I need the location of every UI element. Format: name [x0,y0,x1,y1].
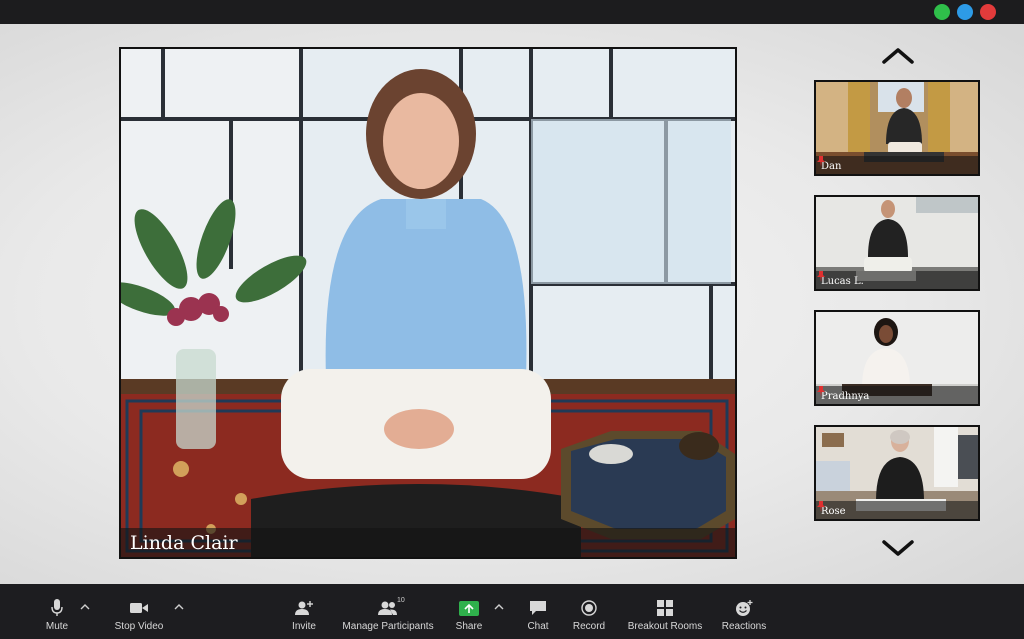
video-options-chevron-up-icon[interactable] [173,602,185,612]
share-options-chevron-up-icon[interactable] [493,602,505,612]
microphone-icon [51,599,63,616]
invite-button[interactable]: Invite [288,584,320,639]
mute-label: Mute [45,621,69,632]
share-button[interactable]: Share [453,584,485,639]
red-window-button[interactable] [980,4,996,20]
participant-tile-dan[interactable]: Dan [814,80,980,176]
pin-icon[interactable] [816,501,826,512]
participant-name: Lucas L. [821,276,864,287]
reactions-label: Reactions [721,621,767,632]
participant-tile-rose[interactable]: Rose [814,425,980,521]
main-speaker-name-bar: Linda Clair [121,528,735,557]
record-label: Record [572,621,606,632]
participants-icon [378,601,397,615]
main-speaker-video-image [121,49,735,557]
invite-label: Invite [292,621,316,632]
participant-name-bar: Rose [816,501,978,519]
stop-video-button[interactable]: Stop Video [112,584,166,639]
smiley-icon [736,599,753,616]
mute-button[interactable]: Mute [40,584,74,639]
chat-button[interactable]: Chat [524,584,552,639]
manage-participants-label: Manage Participants [342,621,434,632]
participant-name-bar: Dan [816,156,978,174]
window-title-bar [0,0,1024,24]
stop-video-label: Stop Video [114,621,164,632]
share-label: Share [455,621,483,632]
reactions-button[interactable]: Reactions [720,584,768,639]
chat-icon [530,601,546,615]
participants-count-badge: 10 [397,597,405,604]
share-screen-icon [459,600,479,616]
pin-icon[interactable] [816,156,826,167]
pin-icon[interactable] [816,271,826,282]
meeting-stage: Linda Clair Dan Lucas L. Pradhnya Rose [0,24,1024,584]
breakout-rooms-icon [657,600,673,616]
manage-participants-button[interactable]: Manage Participants [342,584,434,639]
add-user-icon [295,601,313,615]
breakout-rooms-button[interactable]: Breakout Rooms [626,584,704,639]
record-button[interactable]: Record [571,584,607,639]
participant-name: Pradhnya [821,391,870,402]
audio-options-chevron-up-icon[interactable] [79,602,91,612]
breakout-rooms-label: Breakout Rooms [627,621,703,632]
chevron-down-icon [882,540,914,556]
participant-tile-pradhnya[interactable]: Pradhnya [814,310,980,406]
green-window-button[interactable] [934,4,950,20]
video-camera-icon [130,603,148,613]
main-speaker-video[interactable]: Linda Clair [119,47,737,559]
participant-tile-lucas[interactable]: Lucas L. [814,195,980,291]
scroll-down-button[interactable] [880,536,916,560]
meeting-toolbar: Mute Stop Video Invite Manage Participan… [0,584,1024,639]
record-icon [581,600,597,616]
pin-icon[interactable] [816,386,826,397]
scroll-up-button[interactable] [880,44,916,68]
chevron-up-icon [882,48,914,64]
chat-label: Chat [527,621,549,632]
main-speaker-name: Linda Clair [130,532,238,554]
participant-name-bar: Lucas L. [816,271,978,289]
blue-window-button[interactable] [957,4,973,20]
participant-name-bar: Pradhnya [816,386,978,404]
